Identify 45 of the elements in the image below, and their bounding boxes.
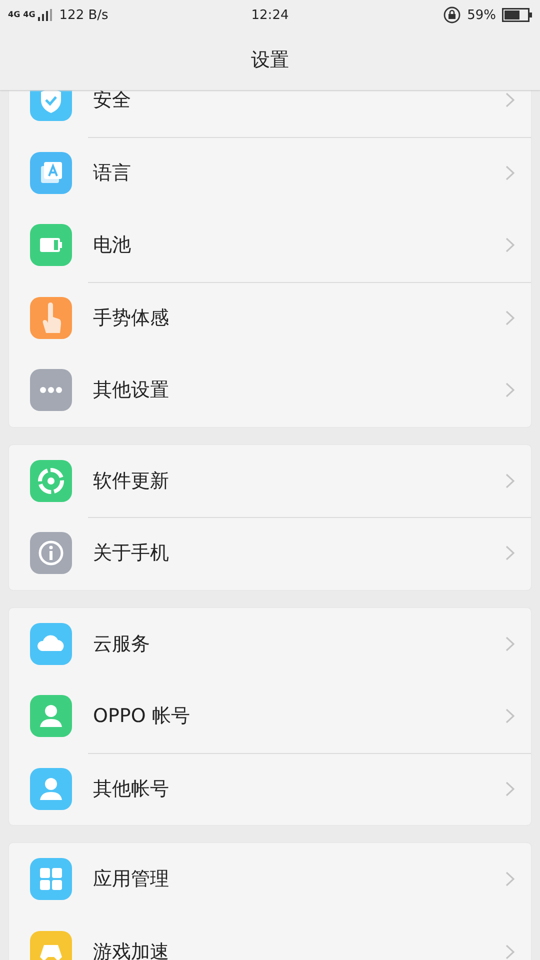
chevron-icon	[505, 871, 515, 888]
settings-item[interactable]: 其他设置	[9, 354, 531, 426]
settings-item[interactable]: 云服务	[9, 608, 531, 680]
item-label: OPPO 帐号	[93, 704, 191, 730]
network-speed: 122 B/s	[59, 8, 108, 22]
settings-item[interactable]: 语言	[9, 136, 531, 209]
item-label: 软件更新	[93, 468, 170, 494]
rotation-lock-icon	[443, 6, 462, 24]
network-label: 4G	[8, 11, 20, 19]
chevron-icon	[505, 237, 515, 254]
item-label: 云服务	[93, 632, 151, 657]
item-label: 游戏加速	[93, 940, 170, 960]
settings-item[interactable]: 软件更新	[9, 444, 531, 517]
settings-item[interactable]: OPPO 帐号	[9, 680, 531, 752]
battery-percent: 59%	[467, 8, 496, 22]
chevron-icon	[505, 780, 515, 797]
item-label: 手势体感	[93, 306, 170, 331]
settings-item[interactable]: 游戏加速	[9, 916, 531, 960]
settings-item[interactable]: 关于手机	[9, 517, 531, 590]
network-label: 4G	[23, 11, 36, 19]
chevron-icon	[505, 382, 515, 398]
chevron-icon	[505, 944, 515, 960]
battery-icon	[502, 8, 532, 22]
item-label: 语言	[93, 160, 132, 186]
signal-icon	[38, 9, 52, 21]
item-label: 应用管理	[93, 867, 170, 892]
settings-item[interactable]: 应用管理	[9, 843, 531, 916]
chevron-icon	[505, 164, 515, 181]
chevron-icon	[505, 310, 515, 326]
clock: 12:24	[251, 8, 289, 22]
chevron-icon	[505, 92, 515, 108]
settings-item[interactable]: 其他帐号	[9, 752, 531, 825]
chevron-icon	[505, 472, 515, 489]
item-label: 其他设置	[93, 378, 170, 404]
item-label: 其他帐号	[93, 776, 170, 802]
chevron-icon	[505, 636, 515, 652]
page-title: 设置	[251, 48, 289, 73]
item-label: 关于手机	[93, 541, 170, 566]
settings-item[interactable]: 手势体感	[9, 282, 531, 354]
item-label: 安全	[93, 90, 132, 114]
chevron-icon	[505, 545, 515, 562]
settings-item[interactable]: 安全	[9, 90, 531, 136]
item-label: 电池	[93, 233, 132, 258]
chevron-icon	[505, 708, 515, 724]
settings-item[interactable]: 电池	[9, 209, 531, 282]
